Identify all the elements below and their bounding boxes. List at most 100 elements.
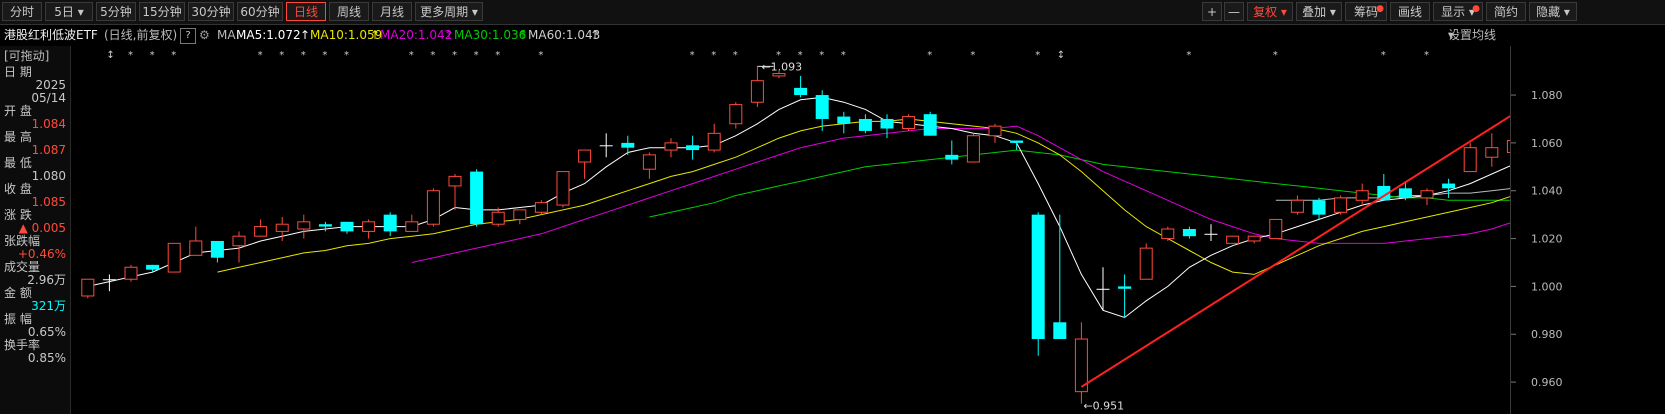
- candle-body-down: [146, 264, 160, 270]
- candle-body-up: [1290, 199, 1304, 213]
- period-note: (日线,前复权): [104, 28, 178, 42]
- overlay-label: 叠加: [1302, 5, 1327, 19]
- candle-body-up: [772, 73, 786, 77]
- tab-monthly[interactable]: 月线: [372, 2, 412, 21]
- chip-label: 筹码: [1353, 5, 1378, 19]
- low-annotation: ←0.951: [1083, 400, 1124, 413]
- candle-body-up: [534, 202, 548, 213]
- arrow-up-icon: ↑: [444, 28, 455, 42]
- event-star-marker: *: [301, 50, 306, 61]
- candle-body-up: [556, 171, 570, 206]
- adjust-dropdown[interactable]: 复权 ▾: [1247, 2, 1293, 21]
- tab-60min[interactable]: 60分钟: [237, 2, 283, 21]
- candle-body-down: [1442, 183, 1456, 189]
- hide-dropdown[interactable]: 隐藏 ▾: [1529, 2, 1577, 21]
- candle-body-down: [599, 145, 613, 147]
- candle-body-down: [858, 118, 872, 131]
- zoom-out-button[interactable]: —: [1224, 2, 1244, 21]
- tab-more-periods[interactable]: 更多周期 ▾: [415, 2, 483, 21]
- event-star-marker: *: [474, 50, 479, 61]
- candle-body-up: [167, 242, 181, 273]
- candle-body-up: [405, 221, 419, 232]
- candle-body-up: [1334, 197, 1348, 213]
- candle-body-up: [750, 80, 764, 103]
- ma5-value: MA5:1.072: [236, 28, 301, 42]
- candle-body-down: [1031, 214, 1045, 340]
- candle-body-down: [945, 154, 959, 160]
- candle-body-up: [1463, 147, 1477, 173]
- candle-body-down: [470, 171, 484, 225]
- tab-15min[interactable]: 15分钟: [139, 2, 185, 21]
- tab-5day-dropdown[interactable]: 5日 ▾: [45, 2, 93, 21]
- event-star-marker: *: [430, 50, 435, 61]
- y-tick-label: 1.000: [1531, 280, 1563, 293]
- candlestick-chart[interactable]: ↕************************↕***** ←1.093←0…: [71, 46, 1510, 414]
- event-star-marker: ↕: [1057, 50, 1065, 61]
- overlay-dropdown[interactable]: 叠加 ▾: [1296, 2, 1342, 21]
- candle-body-down: [621, 142, 635, 148]
- ma20-line: [411, 125, 1510, 263]
- event-star-marker: *: [344, 50, 349, 61]
- candle-body-up: [664, 142, 678, 151]
- tab-intraday[interactable]: 分时: [2, 2, 42, 21]
- candle-body-up: [124, 266, 138, 280]
- event-star-marker: *: [798, 50, 803, 61]
- help-icon[interactable]: ?: [180, 28, 196, 44]
- candle-body-up: [81, 278, 95, 297]
- tab-5min[interactable]: 5分钟: [96, 2, 136, 21]
- candle-body-down: [1398, 188, 1412, 198]
- event-star-marker: *: [841, 50, 846, 61]
- candle-body-up: [297, 221, 311, 230]
- data-window[interactable]: [可拖动] 日 期 2025 05/14 开 盘 1.084 最 高 1.087…: [0, 46, 71, 414]
- period-toolbar: 分时 5日 ▾ 5分钟 15分钟 30分钟 60分钟 日线 周线 月线 更多周期…: [0, 0, 1665, 25]
- event-star-marker: *: [1035, 50, 1040, 61]
- display-dropdown[interactable]: 显示 ▾ ●: [1433, 2, 1483, 21]
- candle-body-up: [513, 209, 527, 220]
- chip-button[interactable]: 筹码 ●: [1345, 2, 1387, 21]
- tab-daily[interactable]: 日线: [286, 2, 326, 21]
- candle-body-down: [340, 221, 354, 232]
- candle-body-up: [707, 132, 721, 151]
- chevron-down-icon: ▾: [77, 5, 84, 19]
- y-tick-label: 1.040: [1531, 185, 1563, 198]
- event-star-marker: ↕: [106, 50, 114, 61]
- candle-body-down: [1182, 229, 1196, 237]
- zoom-in-button[interactable]: +: [1202, 2, 1222, 21]
- candle-body-down: [686, 145, 700, 151]
- turnover-value: 0.85%: [27, 351, 66, 365]
- event-star-marker: *: [452, 50, 457, 61]
- event-star-marker: *: [128, 50, 133, 61]
- candle-body-down: [1204, 233, 1218, 235]
- price-annotations: ←1.093 ←0.951: [757, 60, 1124, 413]
- event-star-marker: *: [1186, 50, 1191, 61]
- tab-weekly[interactable]: 周线: [329, 2, 369, 21]
- candle-body-up: [189, 240, 203, 256]
- draggable-label[interactable]: [可拖动]: [4, 48, 68, 64]
- draw-line-button[interactable]: 画线: [1390, 2, 1430, 21]
- event-star-marker: *: [409, 50, 414, 61]
- candle-body-down: [1312, 200, 1326, 215]
- adjust-label: 复权: [1253, 5, 1278, 19]
- tab-more-label: 更多周期: [420, 5, 469, 19]
- candle-body-down: [1010, 140, 1024, 143]
- event-star-marker: *: [690, 50, 695, 61]
- event-star-marker: *: [495, 50, 500, 61]
- candle-body-up: [729, 104, 743, 125]
- gear-icon[interactable]: ⚙: [199, 25, 210, 45]
- tab-30min[interactable]: 30分钟: [188, 2, 234, 21]
- ma10-line: [217, 118, 1510, 275]
- arrow-up-icon: ↑: [370, 28, 381, 42]
- trend-line-segment: [1080, 115, 1510, 388]
- tab-5day-label: 5日: [54, 5, 74, 19]
- event-star-marker: *: [970, 50, 975, 61]
- candle-body-up: [362, 221, 376, 232]
- y-tick-label: 1.020: [1531, 233, 1563, 246]
- arrow-up-icon: ↑: [300, 28, 311, 42]
- candle-body-down: [318, 224, 332, 227]
- event-star-marker: *: [1273, 50, 1278, 61]
- trend-line: [1080, 115, 1510, 388]
- simple-button[interactable]: 简约: [1486, 2, 1526, 21]
- candle-body-down: [1118, 286, 1132, 289]
- arrow-up-icon: ↑: [590, 28, 601, 42]
- candle-body-up: [966, 135, 980, 163]
